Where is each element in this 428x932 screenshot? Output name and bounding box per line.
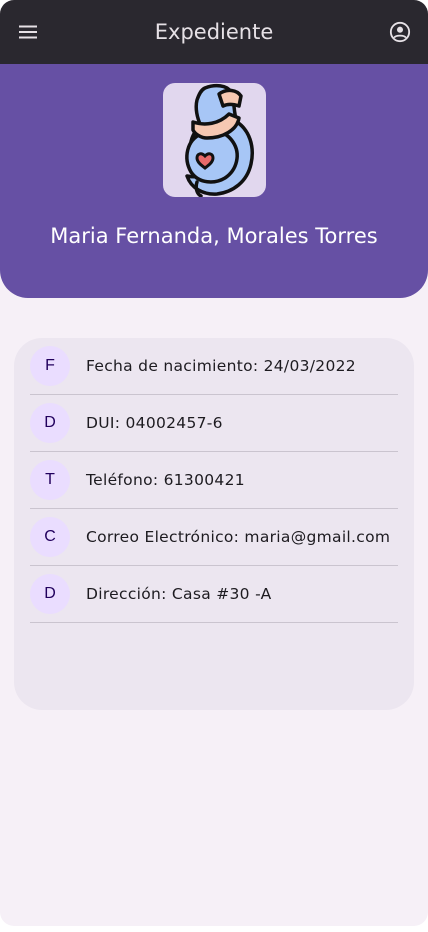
list-item-birthdate[interactable]: F Fecha de nacimiento: 24/03/2022 xyxy=(30,338,398,395)
list-item-initial: C xyxy=(30,517,70,557)
list-item-address[interactable]: D Dirección: Casa #30 -A xyxy=(30,566,398,623)
list-item-initial: T xyxy=(30,460,70,500)
list-item-text: DUI: 04002457-6 xyxy=(86,414,223,432)
menu-button[interactable] xyxy=(16,20,40,44)
list-item-dui[interactable]: D DUI: 04002457-6 xyxy=(30,395,398,452)
top-app-bar: Expediente xyxy=(0,0,428,64)
list-item-phone[interactable]: T Teléfono: 61300421 xyxy=(30,452,398,509)
profile-header: Maria Fernanda, Morales Torres xyxy=(0,64,428,298)
list-item-initial: D xyxy=(30,574,70,614)
menu-icon xyxy=(19,25,37,39)
pregnant-woman-icon xyxy=(184,83,254,197)
list-item-text: Dirección: Casa #30 -A xyxy=(86,585,272,603)
list-item-text: Fecha de nacimiento: 24/03/2022 xyxy=(86,357,356,375)
list-item-text: Teléfono: 61300421 xyxy=(86,471,245,489)
page-title: Expediente xyxy=(154,20,274,44)
patient-name: Maria Fernanda, Morales Torres xyxy=(50,224,378,248)
list-item-initial: F xyxy=(30,346,70,386)
account-button[interactable] xyxy=(388,20,412,44)
list-item-text: Correo Electrónico: maria@gmail.com xyxy=(86,528,391,546)
list-item-initial: D xyxy=(30,403,70,443)
account-circle-icon xyxy=(389,21,411,43)
patient-avatar xyxy=(163,83,266,197)
patient-details-card: F Fecha de nacimiento: 24/03/2022 D DUI:… xyxy=(14,338,414,710)
list-item-email[interactable]: C Correo Electrónico: maria@gmail.com xyxy=(30,509,398,566)
expediente-screen: Expediente Maria Fernanda, Morales Torre… xyxy=(0,0,428,926)
